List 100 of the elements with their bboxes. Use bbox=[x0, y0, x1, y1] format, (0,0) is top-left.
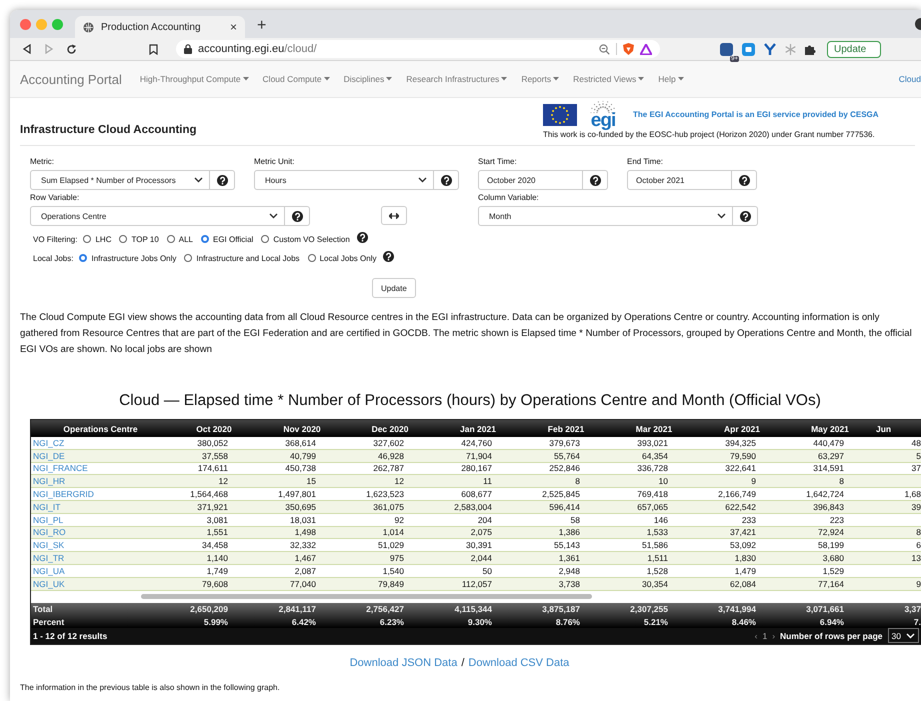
globe-icon bbox=[83, 22, 94, 32]
centre-link[interactable]: NGI_RO bbox=[31, 527, 170, 538]
bookmark-icon[interactable] bbox=[149, 44, 158, 54]
centre-link[interactable]: NGI_FRANCE bbox=[31, 463, 170, 474]
column-header[interactable]: Feb 2021 bbox=[522, 424, 610, 434]
caret-down-icon bbox=[553, 77, 560, 81]
zoom-out-icon[interactable] bbox=[599, 44, 610, 54]
rows-per-page-label: Number of rows per page bbox=[780, 630, 883, 641]
centre-link[interactable]: NGI_IT bbox=[31, 502, 170, 512]
input-field[interactable]: October 2021 bbox=[627, 170, 732, 190]
help-button[interactable] bbox=[285, 206, 310, 226]
tab-close-button[interactable]: × bbox=[230, 20, 237, 34]
square-icon[interactable] bbox=[742, 42, 755, 56]
table-cell-text: 450,738 bbox=[284, 463, 317, 474]
update-button[interactable]: Update bbox=[372, 278, 416, 298]
swap-button[interactable] bbox=[381, 206, 407, 225]
column-header[interactable]: Operations Centre bbox=[31, 424, 170, 434]
nav-menu-item[interactable]: Disciplines bbox=[344, 74, 392, 84]
help-button[interactable] bbox=[210, 170, 235, 190]
triangle-icon[interactable] bbox=[640, 44, 652, 54]
field-label: Column Variable: bbox=[478, 193, 540, 203]
radio-button[interactable] bbox=[201, 235, 209, 243]
column-header[interactable]: Apr 2021 bbox=[698, 424, 786, 434]
centre-link[interactable]: NGI_HR bbox=[31, 476, 170, 486]
select-field[interactable]: Operations Centre bbox=[30, 206, 285, 226]
table-cell-text: 1,386 bbox=[558, 527, 581, 538]
nav-menu-item[interactable]: Help bbox=[658, 74, 684, 84]
radio-button[interactable] bbox=[261, 235, 270, 243]
table-cell-text: 12 bbox=[218, 476, 229, 486]
update-button[interactable]: Update bbox=[827, 40, 882, 58]
help-icon[interactable] bbox=[590, 174, 600, 186]
help-button[interactable] bbox=[733, 206, 758, 226]
next-page-button[interactable]: › bbox=[772, 630, 776, 641]
radio-button[interactable] bbox=[184, 254, 192, 262]
radio-button[interactable] bbox=[166, 235, 175, 243]
address-bar[interactable]: accounting.egi.eu/cloud/ bbox=[176, 40, 660, 58]
help-icon[interactable] bbox=[383, 251, 394, 262]
browser-tab[interactable]: Production Accounting × bbox=[75, 16, 245, 38]
help-icon[interactable] bbox=[216, 174, 228, 186]
horizontal-scrollbar[interactable] bbox=[141, 594, 592, 600]
select-field[interactable]: Month bbox=[478, 206, 733, 226]
input-field[interactable]: October 2020 bbox=[478, 170, 583, 190]
radio-button[interactable] bbox=[119, 235, 128, 243]
nav-menu-item[interactable]: Research Infrastructures bbox=[406, 74, 508, 84]
table-cell-text: 361,075 bbox=[372, 502, 405, 512]
help-icon[interactable] bbox=[740, 210, 750, 222]
table-cell-text: 1,749 bbox=[206, 566, 229, 576]
table-cell-text: 350,695 bbox=[284, 502, 317, 512]
centre-link[interactable]: NGI_CZ bbox=[31, 438, 170, 448]
table-cell-text: 77,164 bbox=[817, 578, 845, 589]
column-header[interactable]: Dec 2020 bbox=[346, 424, 434, 434]
help-icon[interactable] bbox=[738, 174, 750, 186]
page-number[interactable]: 1 bbox=[762, 630, 768, 641]
table-cell-text: 63,297 bbox=[817, 450, 845, 461]
centre-link[interactable]: NGI_DE bbox=[31, 450, 170, 461]
centre-link[interactable]: NGI_SK bbox=[31, 540, 170, 550]
back-icon[interactable] bbox=[22, 44, 32, 54]
download-link[interactable]: Download CSV Data bbox=[468, 656, 570, 669]
table-cell-text: 30,354 bbox=[641, 578, 669, 589]
nav-link[interactable]: Cloud bbox=[898, 74, 921, 84]
extension-icon[interactable] bbox=[720, 42, 733, 56]
rows-per-page-select[interactable]: 30 bbox=[888, 628, 919, 644]
centre-link[interactable]: NGI_IBERGRID bbox=[31, 489, 170, 500]
column-header[interactable]: Jun bbox=[874, 424, 921, 434]
reload-icon[interactable] bbox=[66, 44, 77, 54]
table-cell-text: 9 bbox=[750, 476, 757, 486]
previous-page-button[interactable]: ‹ bbox=[754, 630, 758, 641]
nav-menu-item[interactable]: High-Throughput Compute bbox=[140, 74, 249, 84]
help-button[interactable] bbox=[434, 170, 459, 190]
select-field[interactable]: Hours bbox=[254, 170, 434, 190]
column-header[interactable]: Mar 2021 bbox=[610, 424, 698, 434]
column-header[interactable]: Jan 2021 bbox=[434, 424, 522, 434]
table-cell-text: 394,325 bbox=[724, 438, 757, 448]
radio-button[interactable] bbox=[79, 254, 88, 262]
table-cell-text: 1,529 bbox=[822, 566, 845, 576]
help-icon[interactable] bbox=[356, 232, 368, 243]
new-tab-button[interactable]: + bbox=[251, 16, 272, 36]
select-field[interactable]: Sum Elapsed * Number of Processors bbox=[30, 170, 210, 190]
column-header[interactable]: Oct 2020 bbox=[170, 424, 258, 434]
help-button[interactable] bbox=[732, 170, 757, 190]
centre-link[interactable]: NGI_TR bbox=[31, 553, 170, 564]
portal-brand[interactable]: Accounting Portal bbox=[20, 72, 122, 86]
y-shape-icon[interactable] bbox=[764, 43, 776, 55]
help-button[interactable] bbox=[583, 170, 608, 190]
radio-button[interactable] bbox=[308, 254, 316, 262]
radio-button[interactable] bbox=[83, 235, 92, 243]
centre-link[interactable]: NGI_UA bbox=[31, 566, 170, 576]
shield-icon[interactable] bbox=[623, 43, 634, 55]
puzzle-icon[interactable] bbox=[805, 44, 816, 54]
help-icon[interactable] bbox=[440, 174, 452, 186]
centre-link[interactable]: NGI_UK bbox=[31, 578, 170, 589]
column-header[interactable]: May 2021 bbox=[786, 424, 874, 434]
table-cell-text: 11 bbox=[482, 476, 493, 486]
centre-link[interactable]: NGI_PL bbox=[31, 514, 170, 525]
download-link[interactable]: Download JSON Data bbox=[350, 656, 458, 669]
help-icon[interactable] bbox=[292, 210, 302, 222]
nav-menu-item[interactable]: Reports bbox=[521, 74, 560, 84]
column-header[interactable]: Nov 2020 bbox=[258, 424, 346, 434]
nav-menu-item[interactable]: Cloud Compute bbox=[262, 74, 330, 84]
nav-menu-item[interactable]: Restricted Views bbox=[573, 74, 644, 84]
